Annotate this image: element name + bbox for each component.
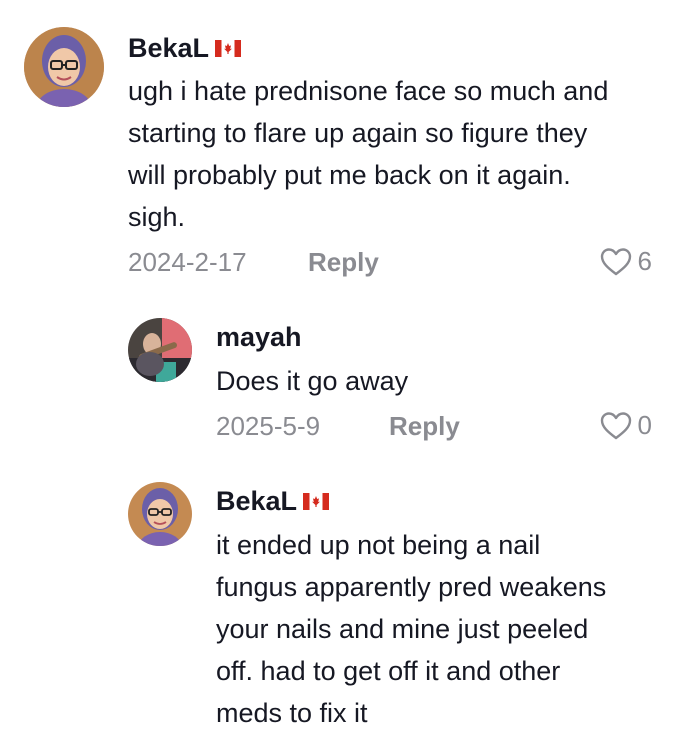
comment-text-line: off. had to get off it and other [216,656,561,686]
heart-icon [600,247,631,275]
like-count: 0 [637,410,652,440]
comment-text: ugh i hate prednisone face so much and s… [128,70,668,238]
avatar[interactable] [128,318,192,382]
comment-text-line: sigh. [128,202,186,232]
comment-username[interactable]: mayah [216,322,302,353]
comment-text-line: Does it go away [216,366,409,396]
reply-button[interactable]: Reply [308,247,379,278]
comment-text-line: your nails and mine just peeled [216,614,589,644]
username-label: mayah [216,322,302,352]
canada-flag-icon [215,40,242,57]
comment-text-line: it ended up not being a nail [216,530,541,560]
comment-date: 2025-5-9 [216,411,321,441]
avatar[interactable] [24,27,104,107]
reply-comment-item: BekaL it ended up not being a nail fungu… [0,470,682,740]
reply-comment-item: mayah Does it go away 2025-5-9 Reply 0 [0,300,682,460]
like-button[interactable]: 0 [600,410,652,441]
canada-flag-icon [303,493,330,510]
comment-text: Does it go away [216,360,656,402]
like-count: 6 [637,246,652,276]
username-label: BekaL [128,33,210,63]
comment-date: 2024-2-17 [128,247,247,277]
avatar-image [128,482,192,546]
avatar-image [128,318,192,382]
comment-text-line: meds to fix it [216,698,368,728]
like-button[interactable]: 6 [600,246,652,277]
username-label: BekaL [216,486,298,516]
comment-username[interactable]: BekaL [128,33,242,64]
comment-text: it ended up not being a nail fungus appa… [216,524,666,734]
heart-icon [600,411,631,439]
comment-text-line: ugh i hate prednisone face so much and [128,76,609,106]
reply-button[interactable]: Reply [389,411,460,442]
comment-text-line: fungus apparently pred weakens [216,572,607,602]
comment-text-line: will probably put me back on it again. [128,160,571,190]
avatar-image [24,27,104,107]
comment-username[interactable]: BekaL [216,486,330,517]
avatar[interactable] [128,482,192,546]
comment-item: BekaL ugh i hate prednisone face so much… [0,0,682,290]
comment-text-line: starting to flare up again so figure the… [128,118,588,148]
